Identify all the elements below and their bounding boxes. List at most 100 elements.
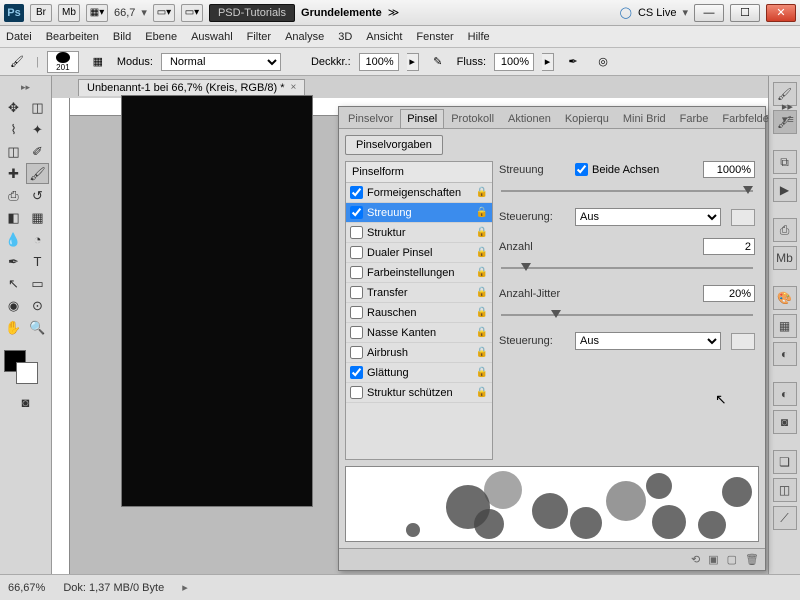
minibridge-button[interactable]: Mb — [58, 4, 80, 22]
lock-icon[interactable]: 🔒 — [476, 347, 488, 358]
brush-option-checkbox[interactable] — [350, 386, 363, 399]
brush-option-checkbox[interactable] — [350, 366, 363, 379]
brush-option-checkbox[interactable] — [350, 206, 363, 219]
3d-tool[interactable]: ◉ — [2, 295, 25, 316]
gradient-tool[interactable]: ▦ — [26, 207, 49, 228]
panel-icon-masks[interactable]: ◙ — [773, 410, 797, 434]
footer-new-icon[interactable]: ▢ — [727, 553, 737, 566]
anzahl-value[interactable]: 2 — [703, 238, 755, 255]
brush-option-checkbox[interactable] — [350, 226, 363, 239]
panel-icon-swatches[interactable]: ▦ — [773, 314, 797, 338]
brush-option-checkbox[interactable] — [350, 306, 363, 319]
chevron-right-icon[interactable]: ≫ — [388, 6, 400, 19]
tablet-pressure-opacity-icon[interactable]: ✎ — [427, 52, 449, 72]
menu-ansicht[interactable]: Ansicht — [366, 31, 402, 43]
modus-select[interactable]: Normal — [161, 53, 281, 71]
steuerung-extra-button[interactable] — [731, 209, 755, 226]
panel-icon-layers[interactable]: ❏ — [773, 450, 797, 474]
zoom-level[interactable]: 66,7 — [114, 7, 135, 19]
brush-option-checkbox[interactable] — [350, 246, 363, 259]
background-color[interactable] — [16, 362, 38, 384]
tab-farbfelder[interactable]: Farbfelde — [715, 109, 775, 128]
eraser-tool[interactable]: ◧ — [2, 207, 25, 228]
path-select-tool[interactable]: ↖ — [2, 273, 25, 294]
anzahljitter-slider[interactable] — [501, 308, 753, 322]
fluss-arrow-icon[interactable]: ▸ — [542, 53, 554, 71]
tab-protokoll[interactable]: Protokoll — [444, 109, 501, 128]
menu-fenster[interactable]: Fenster — [416, 31, 453, 43]
streuung-slider[interactable] — [501, 184, 753, 198]
canvas[interactable] — [122, 96, 312, 506]
brush-option-struktur-schützen[interactable]: Struktur schützen🔒 — [346, 383, 492, 403]
brush-option-formeigenschaften[interactable]: Formeigenschaften🔒 — [346, 183, 492, 203]
stamp-tool[interactable]: ⎙ — [2, 185, 25, 206]
lasso-tool[interactable]: ⌇ — [2, 119, 25, 140]
hand-tool[interactable]: ✋ — [2, 317, 25, 338]
status-zoom[interactable]: 66,67% — [8, 582, 45, 594]
panel-icon-actions[interactable]: ▶ — [773, 178, 797, 202]
brush-option-checkbox[interactable] — [350, 286, 363, 299]
tab-pinselvor[interactable]: Pinselvor — [341, 109, 400, 128]
quickmask-toggle[interactable]: ◙ — [14, 392, 37, 413]
footer-trash-icon[interactable]: 🗑 — [745, 553, 759, 566]
panel-icon-styles[interactable]: ◐ — [773, 342, 797, 366]
menu-ebene[interactable]: Ebene — [145, 31, 177, 43]
panel-icon-history[interactable]: ⧉ — [773, 150, 797, 174]
document-tab[interactable]: Unbenannt-1 bei 66,7% (Kreis, RGB/8) *× — [78, 79, 305, 96]
3d-camera-tool[interactable]: ⊙ — [26, 295, 49, 316]
close-button[interactable]: ✕ — [766, 4, 796, 22]
lock-icon[interactable]: 🔒 — [476, 387, 488, 398]
workspace-name[interactable]: Grundelemente — [301, 7, 382, 19]
brush-option-checkbox[interactable] — [350, 186, 363, 199]
brush-preset-picker[interactable]: 201 — [47, 51, 79, 73]
lock-icon[interactable]: 🔒 — [476, 187, 488, 198]
maximize-button[interactable]: ☐ — [730, 4, 760, 22]
type-tool[interactable]: T — [26, 251, 49, 272]
brush-option-streuung[interactable]: Streuung🔒 — [346, 203, 492, 223]
menu-bearbeiten[interactable]: Bearbeiten — [46, 31, 99, 43]
brush-panel-toggle-icon[interactable]: ▦ — [87, 52, 109, 72]
bridge-button[interactable]: Br — [30, 4, 52, 22]
brush-option-farbeinstellungen[interactable]: Farbeinstellungen🔒 — [346, 263, 492, 283]
menu-hilfe[interactable]: Hilfe — [468, 31, 490, 43]
dodge-tool[interactable]: ◔ — [26, 229, 49, 250]
brush-option-checkbox[interactable] — [350, 326, 363, 339]
brush-option-transfer[interactable]: Transfer🔒 — [346, 283, 492, 303]
lock-icon[interactable]: 🔒 — [476, 227, 488, 238]
pen-tool[interactable]: ✒ — [2, 251, 25, 272]
deckkr-value[interactable]: 100% — [359, 53, 399, 71]
brush-tool-icon[interactable]: 🖌 — [6, 52, 28, 72]
crop-tool[interactable]: ◫ — [2, 141, 25, 162]
menu-bild[interactable]: Bild — [113, 31, 131, 43]
lock-icon[interactable]: 🔒 — [476, 307, 488, 318]
psd-tutorials-button[interactable]: PSD-Tutorials — [209, 4, 295, 22]
marquee-tool[interactable]: ◫ — [26, 97, 49, 118]
anzahl-slider[interactable] — [501, 261, 753, 275]
cslive-icon[interactable]: ◯ — [620, 6, 632, 19]
panel-icon-minibridge[interactable]: Mb — [773, 246, 797, 270]
shape-tool[interactable]: ▭ — [26, 273, 49, 294]
footer-icon-1[interactable]: ⟲ — [691, 553, 700, 566]
status-dok[interactable]: Dok: 1,37 MB/0 Byte — [63, 582, 164, 594]
panel-icon-clone[interactable]: ⎙ — [773, 218, 797, 242]
history-brush-tool[interactable]: ↺ — [26, 185, 49, 206]
brush-option-dualer-pinsel[interactable]: Dualer Pinsel🔒 — [346, 243, 492, 263]
tab-minibridge[interactable]: Mini Brid — [616, 109, 673, 128]
close-tab-icon[interactable]: × — [291, 82, 297, 93]
tablet-pressure-size-icon[interactable]: ◎ — [592, 52, 614, 72]
move-tool[interactable]: ✥ — [2, 97, 25, 118]
brush-option-airbrush[interactable]: Airbrush🔒 — [346, 343, 492, 363]
pinselvorgaben-button[interactable]: Pinselvorgaben — [345, 135, 443, 155]
menu-filter[interactable]: Filter — [247, 31, 271, 43]
airbrush-icon[interactable]: ✒ — [562, 52, 584, 72]
brush-tool[interactable]: 🖌 — [26, 163, 49, 184]
pinselform-header[interactable]: Pinselform — [346, 162, 492, 183]
lock-icon[interactable]: 🔒 — [476, 367, 488, 378]
brush-option-checkbox[interactable] — [350, 266, 363, 279]
cslive-label[interactable]: CS Live — [638, 7, 677, 19]
blur-tool[interactable]: 💧 — [2, 229, 25, 250]
menu-auswahl[interactable]: Auswahl — [191, 31, 233, 43]
menu-datei[interactable]: Datei — [6, 31, 32, 43]
lock-icon[interactable]: 🔒 — [476, 287, 488, 298]
steuerung-select[interactable]: Aus — [575, 208, 721, 226]
